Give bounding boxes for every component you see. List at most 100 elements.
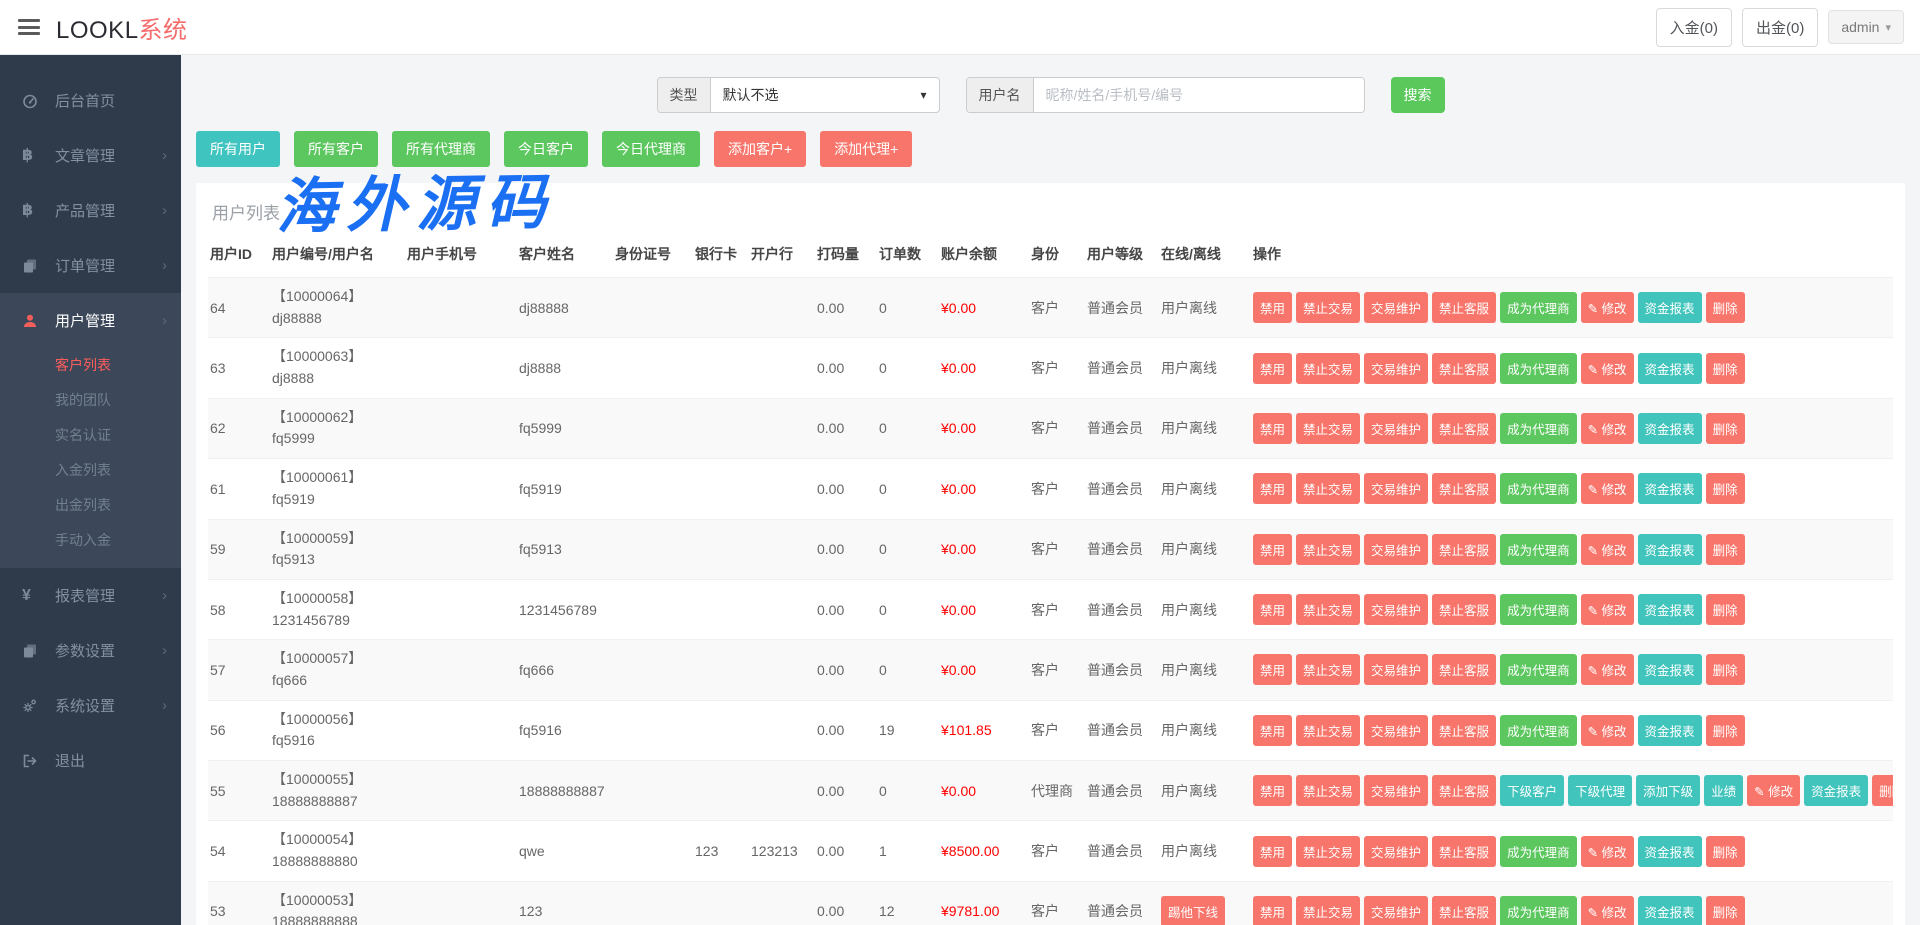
action-disable-button[interactable]: 禁用: [1253, 292, 1292, 323]
action-become-agent-button[interactable]: 成为代理商: [1500, 534, 1577, 565]
action-edit-button[interactable]: ✎ 修改: [1581, 413, 1634, 444]
action-edit-button[interactable]: ✎ 修改: [1581, 292, 1634, 323]
toolbar-button-add-agent[interactable]: 添加代理+: [820, 131, 912, 167]
action-edit-button[interactable]: ✎ 修改: [1581, 896, 1634, 925]
action-edit-button[interactable]: ✎ 修改: [1581, 836, 1634, 867]
sidebar-item-logout[interactable]: 退出: [0, 733, 181, 788]
action-trade-maintain-button[interactable]: 交易维护: [1364, 473, 1428, 504]
toolbar-button-all-customers[interactable]: 所有客户: [294, 131, 378, 167]
action-trade-maintain-button[interactable]: 交易维护: [1364, 654, 1428, 685]
action-no-service-button[interactable]: 禁止客服: [1432, 594, 1496, 625]
sidebar-subitem-realname-auth[interactable]: 实名认证: [0, 418, 181, 453]
action-fund-report-button[interactable]: 资金报表: [1638, 413, 1702, 444]
action-trade-maintain-button[interactable]: 交易维护: [1364, 715, 1428, 746]
action-disable-button[interactable]: 禁用: [1253, 715, 1292, 746]
toolbar-button-today-customers[interactable]: 今日客户: [504, 131, 588, 167]
sidebar-subitem-withdraw-list[interactable]: 出金列表: [0, 488, 181, 523]
action-no-service-button[interactable]: 禁止客服: [1432, 654, 1496, 685]
action-trade-maintain-button[interactable]: 交易维护: [1364, 413, 1428, 444]
action-no-trade-button[interactable]: 禁止交易: [1296, 473, 1360, 504]
action-no-service-button[interactable]: 禁止客服: [1432, 715, 1496, 746]
action-fund-report-button[interactable]: 资金报表: [1804, 775, 1868, 806]
action-performance-button[interactable]: 业绩: [1704, 775, 1743, 806]
menu-toggle-icon[interactable]: [18, 19, 40, 35]
action-become-agent-button[interactable]: 成为代理商: [1500, 896, 1577, 925]
user-menu[interactable]: admin ▾: [1828, 10, 1904, 44]
kick-offline-button[interactable]: 踢他下线: [1161, 896, 1225, 925]
action-no-trade-button[interactable]: 禁止交易: [1296, 775, 1360, 806]
action-become-agent-button[interactable]: 成为代理商: [1500, 292, 1577, 323]
action-become-agent-button[interactable]: 成为代理商: [1500, 654, 1577, 685]
action-disable-button[interactable]: 禁用: [1253, 413, 1292, 444]
action-edit-button[interactable]: ✎ 修改: [1747, 775, 1800, 806]
sidebar-subitem-deposit-list[interactable]: 入金列表: [0, 453, 181, 488]
toolbar-button-add-customer[interactable]: 添加客户+: [714, 131, 806, 167]
action-no-trade-button[interactable]: 禁止交易: [1296, 654, 1360, 685]
action-no-trade-button[interactable]: 禁止交易: [1296, 896, 1360, 925]
action-fund-report-button[interactable]: 资金报表: [1638, 473, 1702, 504]
action-edit-button[interactable]: ✎ 修改: [1581, 654, 1634, 685]
action-delete-button[interactable]: 删除: [1706, 534, 1745, 565]
toolbar-button-all-users[interactable]: 所有用户: [196, 131, 280, 167]
action-delete-button[interactable]: 删除: [1706, 896, 1745, 925]
action-no-trade-button[interactable]: 禁止交易: [1296, 715, 1360, 746]
action-delete-button[interactable]: 删除: [1706, 353, 1745, 384]
action-disable-button[interactable]: 禁用: [1253, 654, 1292, 685]
action-trade-maintain-button[interactable]: 交易维护: [1364, 836, 1428, 867]
action-no-trade-button[interactable]: 禁止交易: [1296, 534, 1360, 565]
withdraw-button[interactable]: 出金(0): [1742, 8, 1818, 47]
action-disable-button[interactable]: 禁用: [1253, 594, 1292, 625]
action-edit-button[interactable]: ✎ 修改: [1581, 594, 1634, 625]
action-no-trade-button[interactable]: 禁止交易: [1296, 836, 1360, 867]
action-disable-button[interactable]: 禁用: [1253, 534, 1292, 565]
action-no-service-button[interactable]: 禁止客服: [1432, 896, 1496, 925]
action-delete-button[interactable]: 删除: [1872, 775, 1893, 806]
username-input[interactable]: [1034, 78, 1364, 112]
action-trade-maintain-button[interactable]: 交易维护: [1364, 775, 1428, 806]
action-edit-button[interactable]: ✎ 修改: [1581, 715, 1634, 746]
action-add-sub-button[interactable]: 添加下级: [1636, 775, 1700, 806]
action-no-service-button[interactable]: 禁止客服: [1432, 775, 1496, 806]
action-fund-report-button[interactable]: 资金报表: [1638, 715, 1702, 746]
sidebar-subitem-my-team[interactable]: 我的团队: [0, 383, 181, 418]
action-become-agent-button[interactable]: 成为代理商: [1500, 413, 1577, 444]
action-delete-button[interactable]: 删除: [1706, 473, 1745, 504]
action-no-trade-button[interactable]: 禁止交易: [1296, 292, 1360, 323]
sidebar-item-system[interactable]: 系统设置›: [0, 678, 181, 733]
action-delete-button[interactable]: 删除: [1706, 654, 1745, 685]
sidebar-item-order[interactable]: 订单管理›: [0, 238, 181, 293]
action-disable-button[interactable]: 禁用: [1253, 775, 1292, 806]
toolbar-button-all-agents[interactable]: 所有代理商: [392, 131, 490, 167]
action-delete-button[interactable]: 删除: [1706, 715, 1745, 746]
action-delete-button[interactable]: 删除: [1706, 836, 1745, 867]
search-button[interactable]: 搜索: [1391, 77, 1445, 113]
action-sub-agents-button[interactable]: 下级代理: [1568, 775, 1632, 806]
action-no-trade-button[interactable]: 禁止交易: [1296, 353, 1360, 384]
action-trade-maintain-button[interactable]: 交易维护: [1364, 292, 1428, 323]
action-no-service-button[interactable]: 禁止客服: [1432, 473, 1496, 504]
action-disable-button[interactable]: 禁用: [1253, 473, 1292, 504]
deposit-button[interactable]: 入金(0): [1656, 8, 1732, 47]
action-fund-report-button[interactable]: 资金报表: [1638, 534, 1702, 565]
action-trade-maintain-button[interactable]: 交易维护: [1364, 534, 1428, 565]
action-edit-button[interactable]: ✎ 修改: [1581, 353, 1634, 384]
action-edit-button[interactable]: ✎ 修改: [1581, 534, 1634, 565]
sidebar-item-article[interactable]: ฿文章管理›: [0, 128, 181, 183]
action-fund-report-button[interactable]: 资金报表: [1638, 292, 1702, 323]
sidebar-item-home[interactable]: 后台首页: [0, 73, 181, 128]
action-disable-button[interactable]: 禁用: [1253, 353, 1292, 384]
action-disable-button[interactable]: 禁用: [1253, 896, 1292, 925]
sidebar-item-user[interactable]: 用户管理›: [0, 293, 181, 348]
sidebar-item-params[interactable]: 参数设置›: [0, 623, 181, 678]
action-trade-maintain-button[interactable]: 交易维护: [1364, 594, 1428, 625]
action-edit-button[interactable]: ✎ 修改: [1581, 473, 1634, 504]
type-filter-select[interactable]: 默认不选 ▾: [711, 78, 939, 112]
action-disable-button[interactable]: 禁用: [1253, 836, 1292, 867]
action-no-service-button[interactable]: 禁止客服: [1432, 413, 1496, 444]
action-no-service-button[interactable]: 禁止客服: [1432, 534, 1496, 565]
action-become-agent-button[interactable]: 成为代理商: [1500, 715, 1577, 746]
toolbar-button-today-agents[interactable]: 今日代理商: [602, 131, 700, 167]
sidebar-item-report[interactable]: ¥报表管理›: [0, 568, 181, 623]
action-fund-report-button[interactable]: 资金报表: [1638, 654, 1702, 685]
action-delete-button[interactable]: 删除: [1706, 594, 1745, 625]
